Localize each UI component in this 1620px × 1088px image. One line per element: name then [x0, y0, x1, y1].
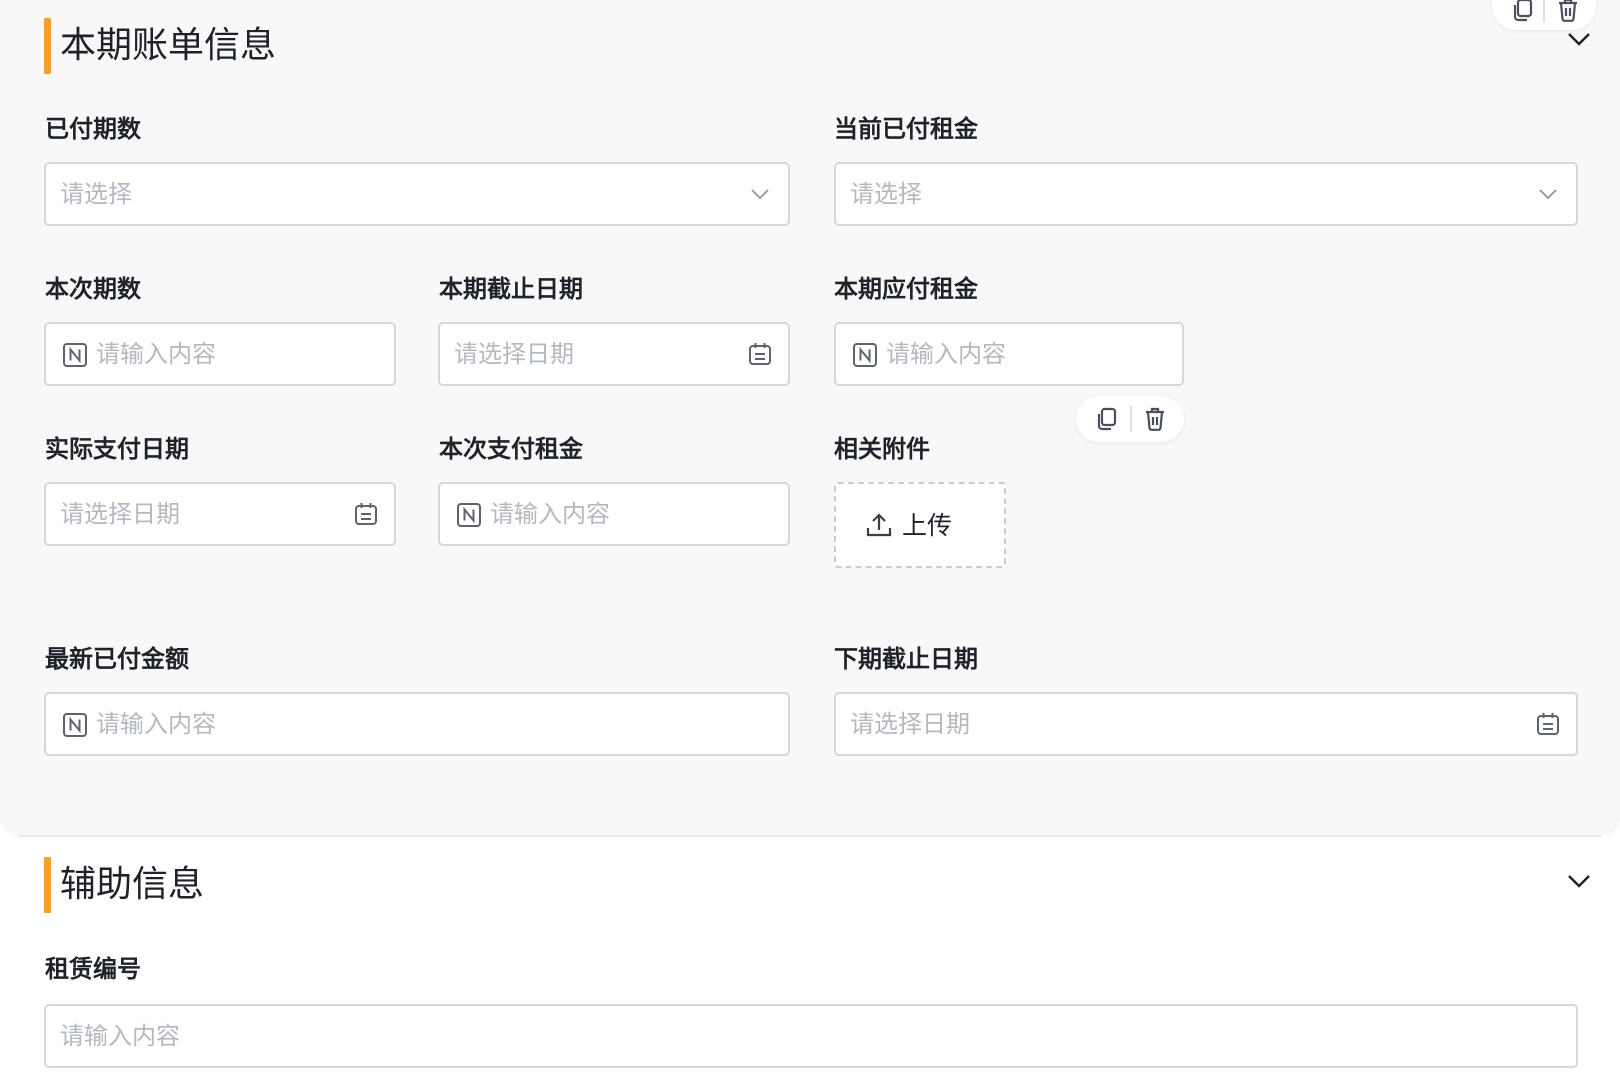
- paid-periods-select[interactable]: 请选择: [44, 162, 790, 226]
- placeholder: 请选择: [850, 180, 922, 208]
- number-n-icon: [63, 713, 87, 737]
- billing-section: 本期账单信息 已付期数 请选择 当前已付租金 请选择 本次期数 请输入内容 本期…: [0, 0, 1620, 836]
- next-period-end-date-picker[interactable]: 请选择日期: [834, 692, 1578, 756]
- field-label: 已付期数: [45, 115, 141, 143]
- field-label: 相关附件: [834, 435, 930, 463]
- field-label: 本期应付租金: [834, 275, 978, 303]
- calendar-icon: [1537, 713, 1559, 735]
- field-label: 本次期数: [45, 275, 141, 303]
- section-accent-bar: [44, 18, 51, 74]
- copy-icon[interactable]: [1092, 405, 1120, 433]
- field-label: 本次支付租金: [439, 435, 583, 463]
- placeholder: 请选择日期: [454, 340, 574, 368]
- placeholder: 请输入内容: [96, 710, 216, 738]
- field-label: 本期截止日期: [439, 275, 583, 303]
- placeholder: 请输入内容: [60, 1022, 180, 1050]
- field-label: 实际支付日期: [45, 435, 189, 463]
- copy-icon[interactable]: [1508, 0, 1536, 24]
- field-label: 下期截止日期: [834, 645, 978, 673]
- field-label: 最新已付金额: [45, 645, 189, 673]
- placeholder: 请选择日期: [60, 500, 180, 528]
- placeholder: 请输入内容: [886, 340, 1006, 368]
- chevron-down-icon[interactable]: [1564, 866, 1594, 896]
- actual-pay-date-picker[interactable]: 请选择日期: [44, 482, 396, 546]
- section-accent-bar: [44, 857, 51, 913]
- chevron-down-icon: [1539, 189, 1557, 200]
- number-n-icon: [63, 343, 87, 367]
- section-title: 辅助信息: [60, 864, 205, 905]
- placeholder: 请选择日期: [850, 710, 970, 738]
- section-divider: [18, 835, 1602, 837]
- period-end-date-picker[interactable]: 请选择日期: [438, 322, 790, 386]
- section-title: 本期账单信息: [60, 25, 277, 66]
- calendar-icon: [749, 343, 771, 365]
- field-label: 租赁编号: [45, 955, 141, 983]
- number-n-icon: [457, 503, 481, 527]
- period-payable-rent-input[interactable]: 请输入内容: [834, 322, 1184, 386]
- field-action-toolbar: [1076, 396, 1184, 442]
- latest-paid-amount-input[interactable]: 请输入内容: [44, 692, 790, 756]
- placeholder: 请输入内容: [96, 340, 216, 368]
- this-pay-rent-input[interactable]: 请输入内容: [438, 482, 790, 546]
- upload-button[interactable]: 上传: [834, 482, 1006, 568]
- upload-icon: [866, 513, 892, 537]
- placeholder: 请输入内容: [490, 500, 610, 528]
- chevron-down-icon[interactable]: [1564, 24, 1594, 54]
- this-period-number-input[interactable]: 请输入内容: [44, 322, 396, 386]
- current-paid-rent-select[interactable]: 请选择: [834, 162, 1578, 226]
- field-label: 当前已付租金: [834, 115, 978, 143]
- form-page: 本期账单信息 已付期数 请选择 当前已付租金 请选择 本次期数 请输入内容 本期…: [0, 0, 1620, 1088]
- number-n-icon: [853, 343, 877, 367]
- calendar-icon: [355, 503, 377, 525]
- trash-icon[interactable]: [1554, 0, 1582, 24]
- upload-label: 上传: [902, 511, 953, 540]
- chevron-down-icon: [751, 189, 769, 200]
- trash-icon[interactable]: [1141, 405, 1169, 433]
- lease-number-input[interactable]: 请输入内容: [44, 1004, 1578, 1068]
- placeholder: 请选择: [60, 180, 132, 208]
